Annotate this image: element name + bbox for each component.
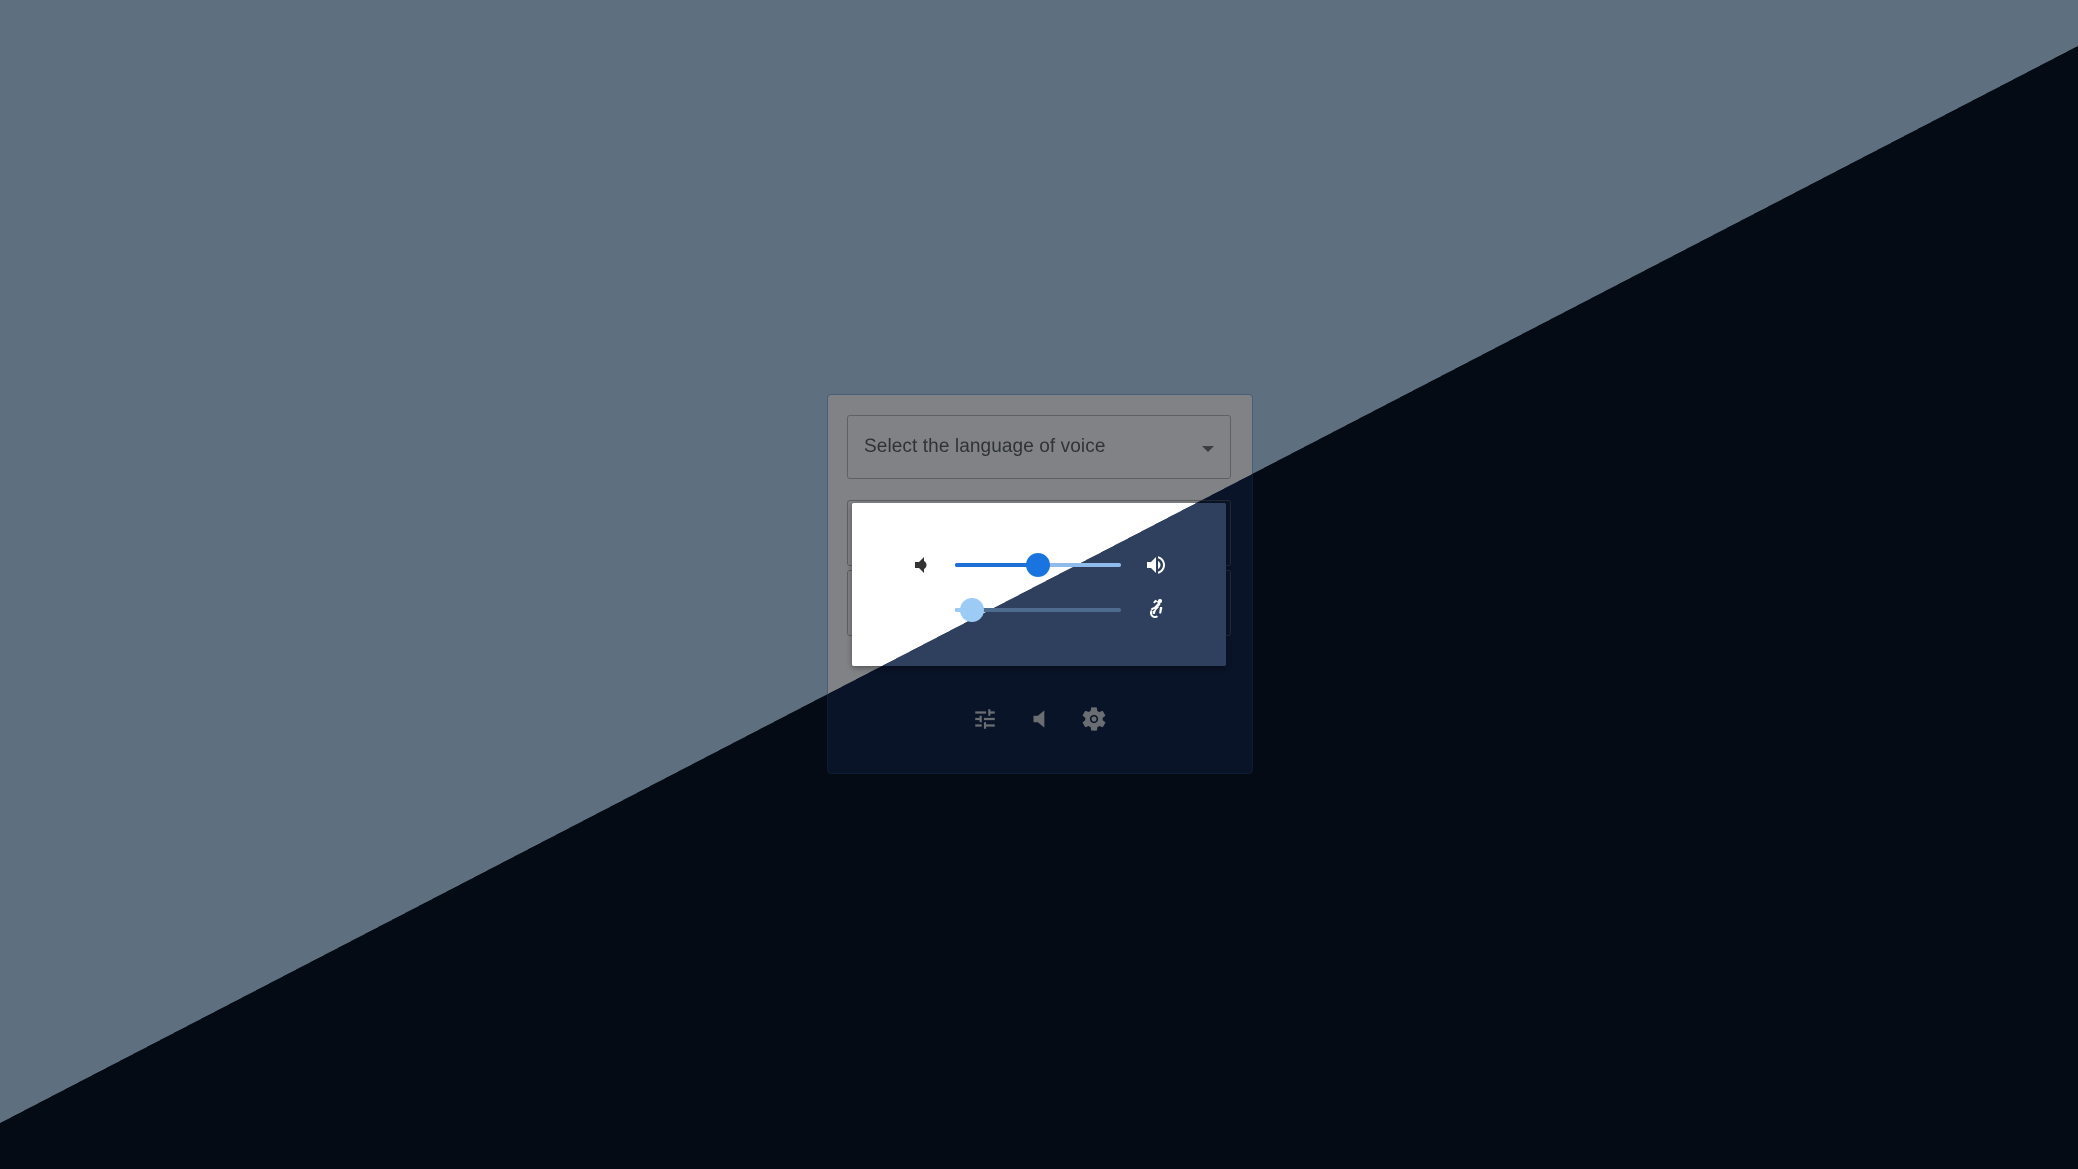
- speed-slider[interactable]: [955, 598, 1121, 622]
- voice-settings-card: Select the language of voice: [828, 395, 1252, 773]
- speed-slider-thumb[interactable]: [960, 598, 984, 622]
- settings-button[interactable]: [1076, 701, 1112, 737]
- voice-controls-popup: [852, 503, 1226, 666]
- volume-slider[interactable]: [955, 553, 1121, 577]
- chevron-down-icon[interactable]: [1202, 446, 1214, 452]
- settings-icon: [1080, 705, 1108, 733]
- volume-slider-thumb[interactable]: [1026, 553, 1050, 577]
- sliders-button[interactable]: [967, 701, 1003, 737]
- language-select[interactable]: Select the language of voice: [847, 415, 1231, 479]
- wheelchair-fast-icon: [1144, 598, 1168, 622]
- volume-low-icon: [910, 553, 934, 577]
- speaker-button[interactable]: [1022, 701, 1058, 737]
- speaker-icon: [1027, 706, 1053, 732]
- language-select-placeholder: Select the language of voice: [864, 436, 1106, 457]
- speed-row: [852, 592, 1226, 628]
- wheelchair-slow-icon: [910, 598, 934, 622]
- sliders-icon: [972, 706, 998, 732]
- volume-high-icon: [1144, 553, 1168, 577]
- bottom-toolbar: [828, 701, 1252, 737]
- volume-row: [852, 547, 1226, 583]
